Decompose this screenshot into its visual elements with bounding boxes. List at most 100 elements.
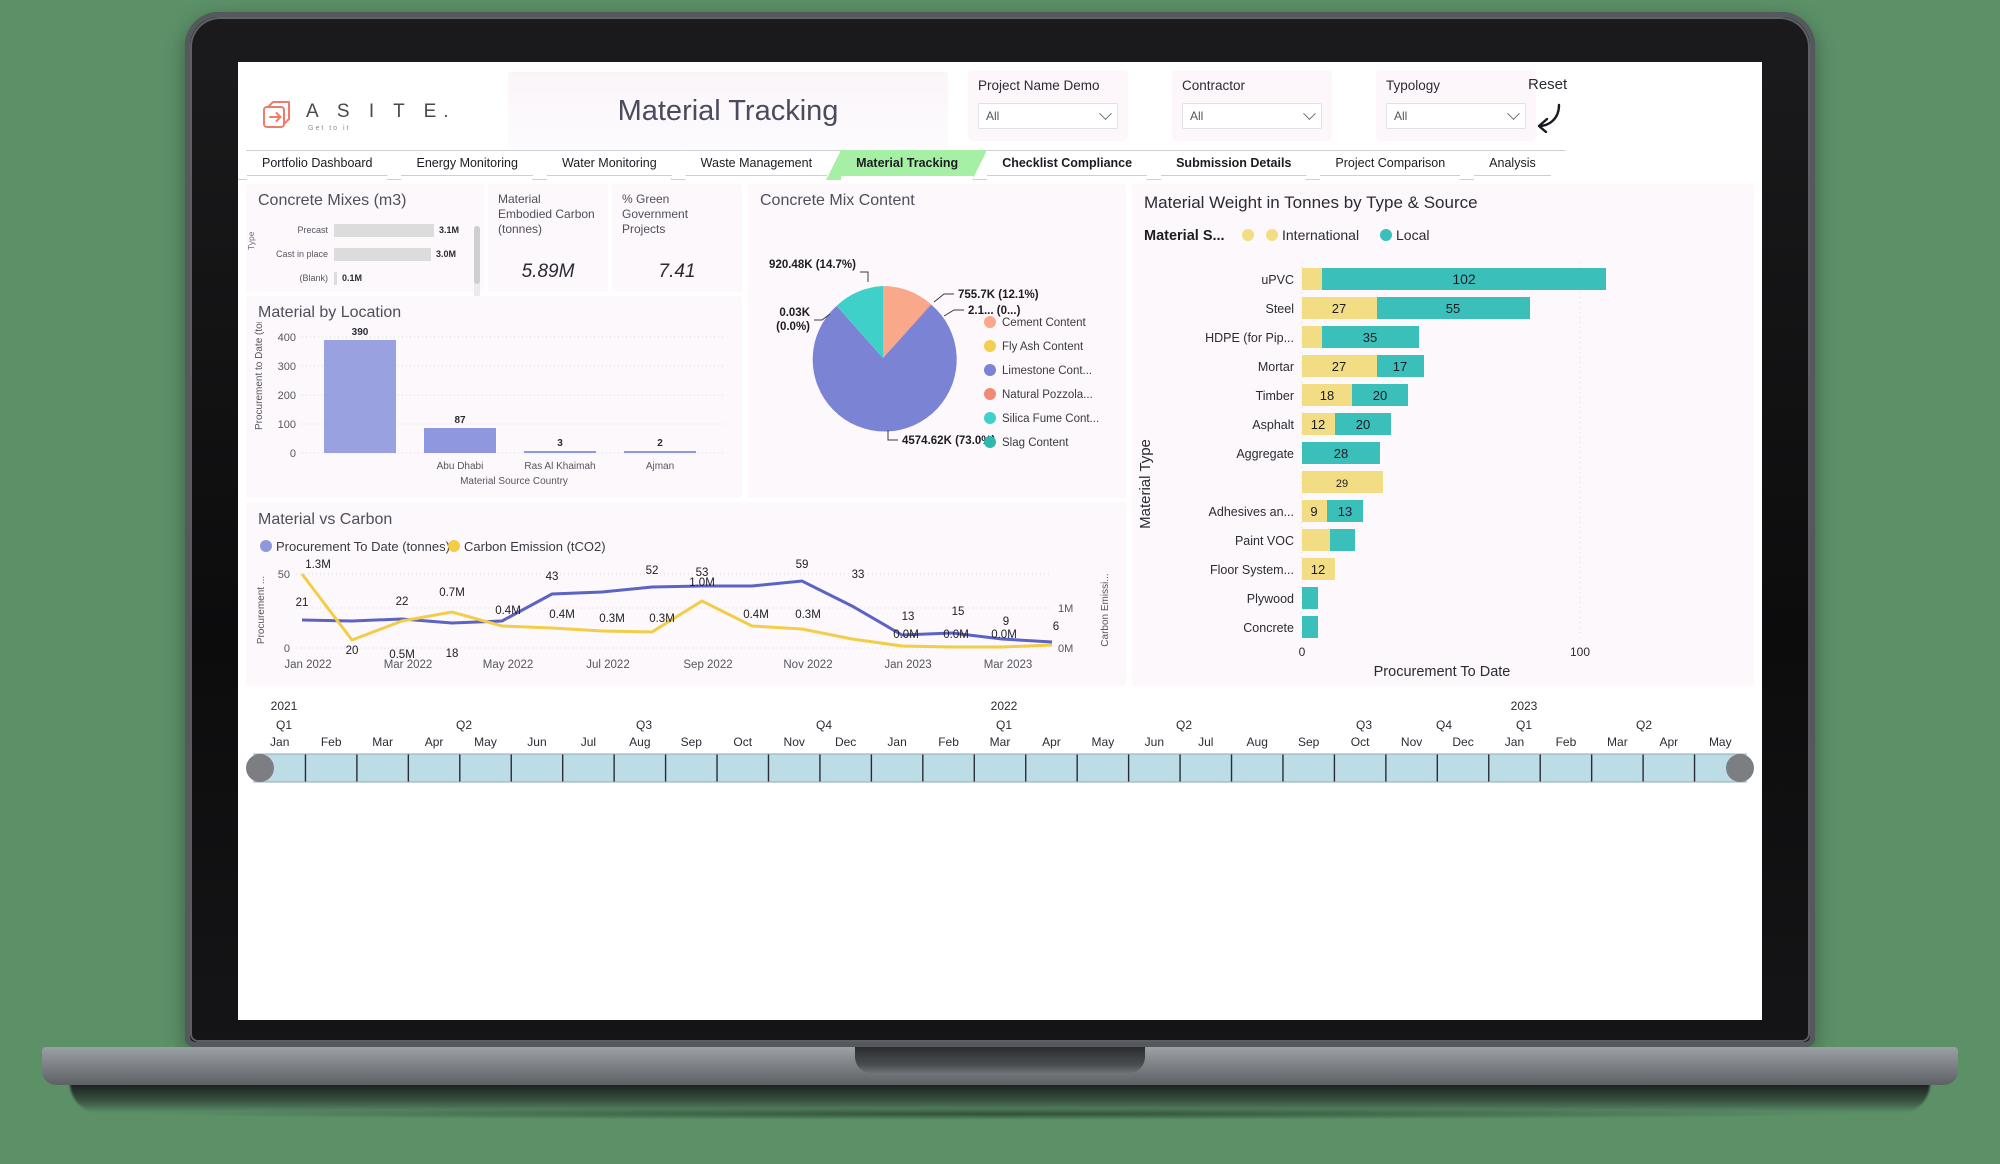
legend-label-international[interactable]: International	[1282, 227, 1359, 243]
data-label: 43	[546, 571, 559, 583]
bar-segment-international[interactable]	[1302, 529, 1330, 551]
asite-cube-icon	[260, 100, 294, 134]
timeline-month-label: Jul	[581, 735, 596, 749]
page-title: Material Tracking	[617, 94, 839, 127]
timeline-quarter-label: Q3	[1356, 718, 1372, 732]
chart-bar-row[interactable]: Cast in place 3.0M	[256, 244, 484, 264]
material-vs-carbon-chart[interactable]: Material vs Carbon Procurement To Date (…	[246, 502, 1126, 686]
filter-dropdown[interactable]: All	[978, 103, 1118, 129]
bar-rect[interactable]	[424, 428, 496, 453]
concrete-mix-content-title: Concrete Mix Content	[760, 192, 915, 209]
bar-value-label: 12	[1311, 417, 1325, 432]
tab-waste-management[interactable]: Waste Management	[684, 150, 829, 176]
laptop-screen: A S I T E. Get to it Material Tracking P…	[238, 62, 1762, 1020]
kpi-card-embodied-carbon: Material Embodied Carbon (tonnes) 5.89M	[488, 184, 608, 292]
bar-value-label: 102	[1452, 271, 1476, 287]
bar-category-label: uPVC	[1261, 273, 1294, 287]
timeline-month-label: Jul	[1198, 735, 1213, 749]
pie-slice-label: 920.48K (14.7%)	[769, 259, 856, 271]
tab-project-comparison[interactable]: Project Comparison	[1319, 150, 1462, 176]
timeline-svg[interactable]: 2021 2022 2023 Q1 Q2 Q3 Q4 Q1 Q2 Q3 Q4 Q…	[246, 694, 1754, 798]
tab-portfolio-dashboard[interactable]: Portfolio Dashboard	[246, 150, 389, 176]
tab-label: Analysis	[1489, 156, 1536, 170]
bar-segment-local[interactable]	[1302, 587, 1318, 609]
bar-category-label: Timber	[1256, 389, 1294, 403]
tab-analysis[interactable]: Analysis	[1473, 150, 1552, 176]
timeline-month-label: Oct	[1351, 735, 1370, 749]
tab-submission-details[interactable]: Submission Details	[1160, 150, 1308, 176]
tab-label: Project Comparison	[1335, 156, 1446, 170]
filter-typology[interactable]: Typology All	[1376, 70, 1536, 141]
concrete-mix-content-chart[interactable]: 920.48K (14.7%) 755.7K (12.1%) 2.1... (0…	[748, 210, 1126, 496]
legend-label[interactable]: Silica Fume Cont...	[1002, 413, 1099, 425]
y-axis-title: Procurement ...	[256, 576, 267, 644]
bar-rect[interactable]	[324, 340, 396, 453]
bar-segment-local[interactable]	[1302, 616, 1318, 638]
filter-dropdown[interactable]: All	[1182, 103, 1322, 129]
legend-label-procurement[interactable]: Procurement To Date (tonnes)	[276, 539, 450, 554]
concrete-mixes-panel: Concrete Mixes (m3) Type Precast 3.1M Ca…	[246, 184, 484, 308]
material-vs-carbon-panel: Material vs Carbon Procurement To Date (…	[246, 502, 1126, 686]
legend-label[interactable]: Limestone Cont...	[1002, 365, 1092, 377]
tab-water-monitoring[interactable]: Water Monitoring	[545, 150, 673, 176]
legend-label[interactable]: Cement Content	[1002, 317, 1087, 329]
timeline-slider[interactable]: 2021 2022 2023 Q1 Q2 Q3 Q4 Q1 Q2 Q3 Q4 Q…	[246, 694, 1754, 798]
timeline-month-label: Apr	[425, 735, 444, 749]
tab-energy-monitoring[interactable]: Energy Monitoring	[400, 150, 534, 176]
legend-label-local[interactable]: Local	[1396, 227, 1429, 243]
tab-material-tracking[interactable]: Material Tracking	[840, 150, 975, 176]
x-tick-label: Nov 2022	[783, 659, 832, 671]
x-tick-label: Sep 2022	[683, 659, 732, 671]
x-tick-label: Mar 2022	[384, 659, 433, 671]
tab-checklist-compliance[interactable]: Checklist Compliance	[986, 150, 1149, 176]
data-label: 22	[396, 596, 409, 608]
kpi-value: 5.89M	[521, 261, 575, 282]
line-series-carbon[interactable]	[300, 573, 1053, 649]
bar-segment-international[interactable]	[1302, 268, 1322, 290]
asite-logo: A S I T E. Get to it	[260, 100, 456, 134]
timeline-month-label: Sep	[681, 735, 703, 749]
legend-label[interactable]: Fly Ash Content	[1002, 341, 1084, 353]
bar-category-label: Concrete	[1243, 621, 1294, 635]
bar-rect[interactable]	[524, 451, 596, 453]
timeline-month-label: Sep	[1298, 735, 1320, 749]
chart-bar-row[interactable]: (Blank) 0.1M	[256, 268, 484, 288]
filter-dropdown[interactable]: All	[1386, 103, 1526, 129]
bar-value-label: 390	[352, 327, 369, 338]
material-weight-title: Material Weight in Tonnes by Type & Sour…	[1144, 193, 1478, 212]
bar-rect	[334, 223, 434, 237]
material-weight-chart[interactable]: Material Weight in Tonnes by Type & Sour…	[1132, 184, 1754, 686]
timeline-quarter-label: Q4	[1436, 718, 1452, 732]
legend-label[interactable]: Slag Content	[1002, 437, 1069, 449]
y-tick-label: 0	[290, 448, 296, 460]
material-by-location-chart[interactable]: Procurement to Date (tonnes) 400 300 200…	[246, 298, 742, 497]
concrete-mix-content-panel: Concrete Mix Content 920.48K (14.7%) 755…	[748, 184, 1126, 498]
kpi-value: 7.41	[658, 261, 696, 282]
bar-value-label: 87	[454, 415, 466, 426]
timeline-year-label: 2022	[991, 699, 1018, 713]
line-series-procurement[interactable]	[301, 579, 1053, 644]
pie-slice-label: 2.1... (0...)	[968, 305, 1021, 317]
bar-segment-local[interactable]	[1330, 529, 1355, 551]
filter-project-name[interactable]: Project Name Demo All	[968, 70, 1128, 141]
bar-category-label: Precast	[297, 225, 328, 235]
concrete-mixes-chart[interactable]: Type Precast 3.1M Cast in place 3.0M (Bl…	[246, 220, 484, 308]
legend-label[interactable]: Natural Pozzola...	[1002, 389, 1093, 401]
timeline-month-label: Nov	[784, 735, 805, 749]
bar-value-label: 55	[1446, 301, 1460, 316]
legend-swatch	[984, 316, 996, 328]
filter-contractor[interactable]: Contractor All	[1172, 70, 1332, 141]
bar-value-label: 3.1M	[439, 225, 460, 235]
x-axis-labels: Jan 2022 Mar 2022 May 2022 Jul 2022 Sep …	[284, 659, 1032, 671]
bar-segment-international[interactable]	[1302, 326, 1322, 348]
timeline-month-label: Dec	[1452, 735, 1473, 749]
asite-logo-name: A S I T E.	[306, 101, 456, 122]
x-tick-label: Ras Al Khaimah	[524, 461, 595, 472]
y-axis-ticks: 400 300 200 100 0	[278, 332, 296, 460]
reset-button[interactable]: Reset	[1528, 76, 1567, 138]
chart-bar-row[interactable]: Precast 3.1M	[256, 220, 484, 240]
legend-label-carbon[interactable]: Carbon Emission (tCO2)	[464, 539, 606, 554]
bar-rect[interactable]	[624, 451, 696, 453]
y-tick-label: 50	[278, 569, 290, 581]
data-label: 0.3M	[599, 613, 625, 625]
